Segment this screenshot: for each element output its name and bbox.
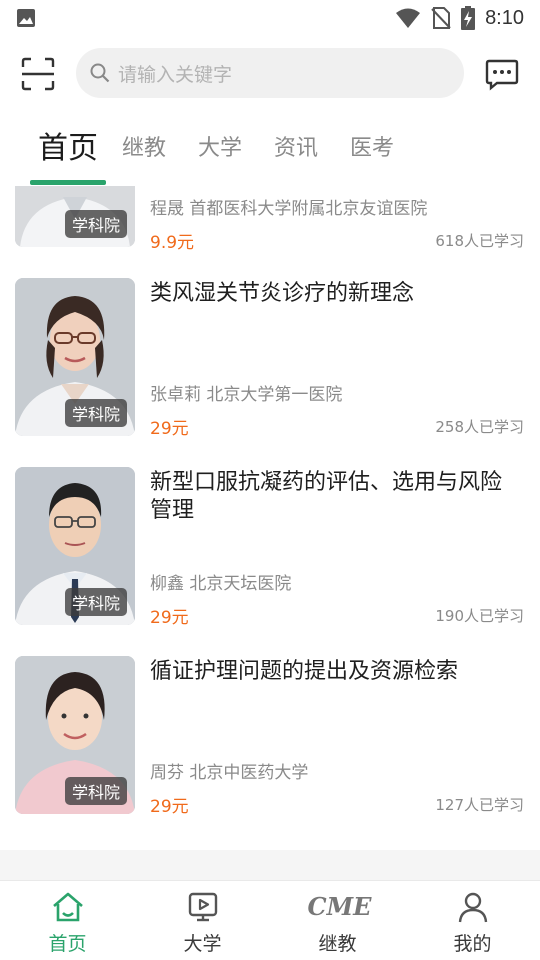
section-divider bbox=[0, 850, 540, 880]
course-thumbnail: 学科院 bbox=[15, 467, 135, 625]
course-learners: 258人已学习 bbox=[435, 418, 524, 436]
tab-medical-exam[interactable]: 医考 bbox=[350, 120, 394, 178]
nav-profile[interactable]: 我的 bbox=[405, 881, 540, 960]
nav-continuing-education-label: 继教 bbox=[318, 933, 357, 955]
nav-home[interactable]: 首页 bbox=[0, 881, 135, 960]
list-item[interactable]: 学科院 循证护理问题的提出及资源检索 周芬 北京中医药大学 29元 127人已学… bbox=[0, 656, 540, 817]
course-title: 循证护理问题的提出及资源检索 bbox=[150, 659, 459, 684]
course-author: 周芬 北京中医药大学 bbox=[150, 763, 309, 783]
course-list[interactable]: 学科院 程晟 首都医科大学附属北京友谊医院 9.9元 618人已学习 学科院 类 bbox=[0, 186, 540, 850]
tab-continuing-education[interactable]: 继教 bbox=[122, 120, 166, 178]
category-tabs: 首页 继教 大学 资讯 医考 bbox=[0, 120, 540, 186]
course-title: 类风湿关节炎诊疗的新理念 bbox=[150, 281, 415, 306]
course-badge: 学科院 bbox=[64, 210, 127, 238]
play-tv-icon bbox=[188, 892, 217, 922]
course-badge: 学科院 bbox=[64, 777, 127, 805]
home-icon bbox=[52, 892, 83, 922]
tab-indicator bbox=[30, 180, 106, 185]
status-bar: 8:10 bbox=[0, 0, 540, 36]
course-badge: 学科院 bbox=[64, 399, 127, 427]
list-item[interactable]: 学科院 新型口服抗凝药的评估、选用与风险管理 柳鑫 北京天坛医院 29元 190… bbox=[0, 467, 540, 628]
clock: 8:10 bbox=[485, 6, 524, 29]
course-price: 29元 bbox=[150, 419, 189, 439]
search-input[interactable]: 请输入关键字 bbox=[76, 48, 464, 98]
gallery-icon bbox=[17, 9, 35, 27]
search-row: 请输入关键字 bbox=[0, 42, 540, 104]
course-title: 新型口服抗凝药的评估、选用与风险管理 bbox=[150, 470, 503, 523]
tab-university[interactable]: 大学 bbox=[198, 120, 242, 178]
nav-continuing-education[interactable]: CME 继教 bbox=[270, 881, 405, 960]
course-price: 29元 bbox=[150, 608, 189, 628]
course-badge: 学科院 bbox=[64, 588, 127, 616]
bottom-navigation: 首页 大学 CME 继教 我的 bbox=[0, 880, 540, 960]
no-sim-icon bbox=[431, 7, 451, 29]
search-placeholder: 请输入关键字 bbox=[118, 63, 233, 86]
list-item[interactable]: 学科院 类风湿关节炎诊疗的新理念 张卓莉 北京大学第一医院 29元 258人已学… bbox=[0, 278, 540, 439]
course-thumbnail: 学科院 bbox=[15, 186, 135, 247]
course-thumbnail: 学科院 bbox=[15, 656, 135, 814]
course-thumbnail: 学科院 bbox=[15, 278, 135, 436]
course-price: 29元 bbox=[150, 797, 189, 817]
list-item[interactable]: 学科院 程晟 首都医科大学附属北京友谊医院 9.9元 618人已学习 bbox=[0, 186, 540, 253]
nav-university[interactable]: 大学 bbox=[135, 881, 270, 960]
nav-home-label: 首页 bbox=[48, 933, 87, 955]
wifi-icon bbox=[396, 8, 421, 28]
scan-icon[interactable] bbox=[20, 56, 56, 92]
cme-icon: CME bbox=[307, 892, 372, 921]
message-icon[interactable] bbox=[484, 56, 520, 92]
course-author: 程晟 首都医科大学附属北京友谊医院 bbox=[150, 199, 428, 219]
search-icon bbox=[90, 63, 110, 83]
nav-profile-label: 我的 bbox=[453, 933, 492, 955]
course-learners: 190人已学习 bbox=[435, 607, 524, 625]
course-learners: 618人已学习 bbox=[435, 232, 524, 250]
tab-home[interactable]: 首页 bbox=[38, 120, 98, 178]
tab-news[interactable]: 资讯 bbox=[274, 120, 318, 178]
course-author: 柳鑫 北京天坛医院 bbox=[150, 574, 292, 594]
course-price: 9.9元 bbox=[150, 233, 195, 253]
person-icon bbox=[458, 892, 487, 923]
battery-charging-icon bbox=[461, 6, 476, 30]
nav-university-label: 大学 bbox=[183, 933, 222, 955]
course-author: 张卓莉 北京大学第一医院 bbox=[150, 385, 343, 405]
course-learners: 127人已学习 bbox=[435, 796, 524, 814]
